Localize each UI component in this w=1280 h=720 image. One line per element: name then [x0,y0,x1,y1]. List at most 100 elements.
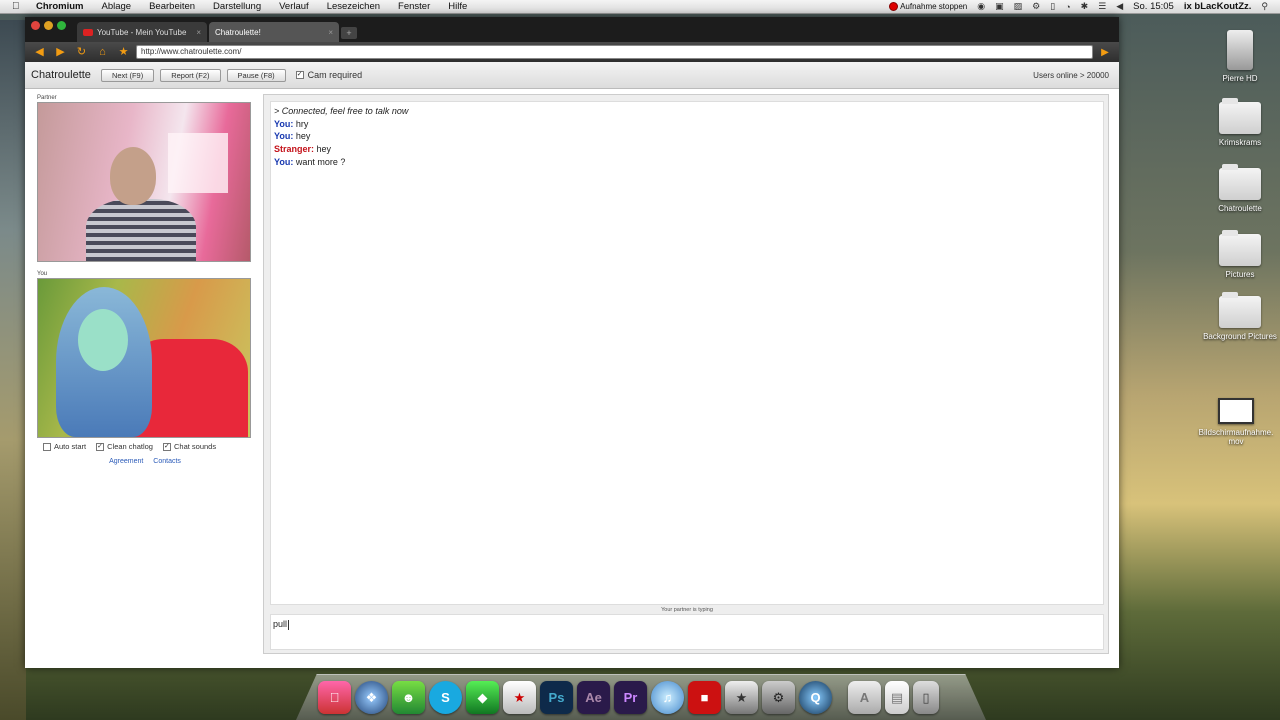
chat-sounds-option[interactable]: ✓ Chat sounds [162,442,217,451]
gear-tray-icon[interactable]: ⚙ [1032,1,1040,12]
ichat-icon[interactable]: ☻ [392,681,425,714]
reload-icon[interactable]: ↻ [73,45,90,59]
screen-tray-icon[interactable]: ▨ [1014,1,1023,12]
aftereffects-icon[interactable]: Ae [577,681,610,714]
spotlight-search-icon[interactable]: ⚲ [1261,1,1268,12]
typing-status: Your partner is typing [661,607,713,613]
tab-strip: YouTube - Mein YouTube × Chatroulette! ×… [25,17,1119,42]
menu-verlauf[interactable]: Verlauf [279,1,309,12]
trash-icon[interactable]: ▯ [913,681,939,714]
forward-arrow-icon[interactable]: ▶ [52,45,69,59]
recording-label: Aufnahme stoppen [900,2,968,11]
browser-toolbar: ◀ ▶ ↻ ⌂ ★ http://www.chatroulette.com/ ▶ [25,42,1119,62]
tab-chatroulette-label: Chatroulette! [215,27,261,37]
next-button[interactable]: Next (F9) [100,68,155,82]
finder-icon[interactable]:  [318,681,351,714]
clock[interactable]: So. 15:05 [1133,1,1174,12]
tab-close-icon[interactable]: × [328,28,333,37]
clean-chatlog-option[interactable]: ✓ Clean chatlog [96,442,153,451]
message-sender: Stranger: [274,144,315,155]
apple-menu-icon[interactable]:  [12,1,26,12]
skype-icon[interactable]: S [429,681,462,714]
battery-tray-icon[interactable]: ▯ [1050,1,1055,12]
text-caret [288,619,290,630]
desktop-icon-background-pictures[interactable]: Background Pictures [1200,292,1280,341]
tab-close-icon[interactable]: × [196,28,201,37]
new-tab-button[interactable]: + [341,27,357,39]
chat-panel: > Connected, feel free to talk now You: … [263,94,1109,654]
desktop-icon-label: Background Pictures [1203,332,1277,341]
contacts-link[interactable]: Contacts [153,458,181,465]
volume-tray-icon[interactable]: ◀ [1116,1,1123,12]
premiere-icon[interactable]: Pr [614,681,647,714]
partner-video [37,102,251,262]
menu-darstellung[interactable]: Darstellung [213,1,261,12]
desktop-icon-pictures[interactable]: Pictures [1200,230,1280,279]
auto-start-option[interactable]: Auto start [43,442,86,451]
users-online-count: Users online > 20000 [1033,70,1109,80]
applications-icon[interactable]: A [848,681,881,714]
report-button[interactable]: Report (F2) [160,68,221,82]
skype-tray-icon[interactable]: ◉ [977,1,985,12]
bookmark-star-icon[interactable]: ★ [115,45,132,59]
chat-message: You: want more ? [274,156,1100,169]
safari-icon[interactable]: ❖ [355,681,388,714]
bluetooth-tray-icon[interactable]: ✱ [1081,1,1089,12]
sims-icon[interactable]: ◆ [466,681,499,714]
flashcam-icon[interactable]: ■ [688,681,721,714]
imovie-icon[interactable]: ★ [725,681,758,714]
window-controls [31,21,66,30]
ical-icon[interactable]: ★ [503,681,536,714]
menu-lesezeichen[interactable]: Lesezeichen [327,1,380,12]
dropbox-tray-icon[interactable]: ▣ [995,1,1004,12]
chat-input-value: pull [273,619,288,629]
cam-required-toggle[interactable]: ✓ Cam required [295,70,363,80]
message-sender: You: [274,118,294,129]
record-icon [889,1,899,11]
auto-start-checkbox[interactable] [43,442,51,451]
menubar-tray: Aufnahme stoppen ◉ ▣ ▨ ⚙ ▯ ◔ ✱ ☰ ◀ So. 1… [889,1,1280,12]
menu-ablage[interactable]: Ablage [102,1,132,12]
wifi-tray-icon[interactable]: ☰ [1098,1,1106,12]
back-arrow-icon[interactable]: ◀ [31,45,48,59]
agreement-link[interactable]: Agreement [109,458,143,465]
chatroulette-page: Chatroulette Next (F9) Report (F2) Pause… [25,62,1119,668]
url-bar[interactable]: http://www.chatroulette.com/ [136,45,1093,59]
clean-chatlog-checkbox[interactable]: ✓ [96,442,105,451]
cam-required-checkbox[interactable]: ✓ [295,71,304,79]
folder-icon [1219,164,1261,200]
desktop-icon-hd[interactable]: Pierre HD [1200,30,1280,83]
desktop-icon-screen-recording[interactable]: Bildschirmaufnahme.mov [1196,398,1276,446]
preferences-icon[interactable]: ⚙ [762,681,795,714]
tab-chatroulette[interactable]: Chatroulette! × [209,22,339,42]
menu-fenster[interactable]: Fenster [398,1,430,12]
photoshop-icon[interactable]: Ps [540,681,573,714]
user-name[interactable]: ix bLacKoutZz. [1184,1,1252,12]
chat-sounds-checkbox[interactable]: ✓ [162,442,171,451]
close-window-button[interactable] [31,21,40,30]
hard-drive-icon [1227,30,1253,70]
menu-hilfe[interactable]: Hilfe [448,1,467,12]
cam-required-label: Cam required [307,70,363,80]
desktop-icon-krimskrams[interactable]: Krimskrams [1200,98,1280,147]
pause-button[interactable]: Pause (F8) [226,68,286,82]
itunes-icon[interactable]: ♫ [651,681,684,714]
menu-app-name[interactable]: Chromium [36,1,84,12]
documents-icon[interactable]: ▤ [885,681,909,714]
quicktime-icon[interactable]: Q [799,681,832,714]
desktop-icon-label: Pictures [1225,270,1255,279]
partner-video-person-body [86,199,196,261]
timemachine-tray-icon[interactable]: ◔ [1065,2,1070,12]
home-icon[interactable]: ⌂ [94,45,111,59]
tab-youtube[interactable]: YouTube - Mein YouTube × [77,22,207,42]
go-arrow-icon[interactable]: ▶ [1097,47,1113,58]
chat-input[interactable]: pull [270,614,1104,650]
zoom-window-button[interactable] [57,21,66,30]
desktop-icon-chatroulette[interactable]: Chatroulette [1200,164,1280,213]
recording-indicator[interactable]: Aufnahme stoppen [889,1,967,12]
chat-sounds-label: Chat sounds [173,442,217,451]
minimize-window-button[interactable] [44,21,53,30]
menu-bearbeiten[interactable]: Bearbeiten [149,1,195,12]
folder-icon [1219,292,1261,328]
chat-log[interactable]: > Connected, feel free to talk now You: … [270,101,1104,605]
